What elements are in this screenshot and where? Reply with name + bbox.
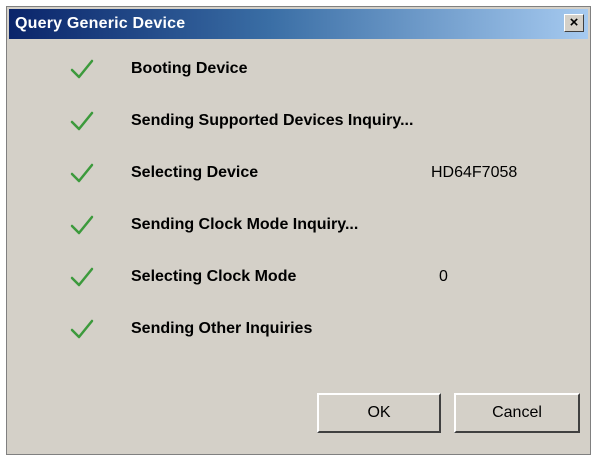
clock-mode-value: 0 (439, 268, 448, 285)
cancel-button[interactable]: Cancel (454, 393, 580, 433)
step-label: Sending Supported Devices Inquiry... (131, 112, 414, 129)
checkmark-icon (70, 59, 94, 79)
step-label: Booting Device (131, 60, 248, 77)
title-bar[interactable]: Query Generic Device × (9, 9, 588, 39)
step-row-other-inquiries: Sending Other Inquiries (7, 313, 590, 347)
step-row-booting-device: Booting Device (7, 53, 590, 87)
close-button[interactable]: × (564, 14, 584, 32)
step-label: Sending Other Inquiries (131, 320, 313, 337)
selected-device-value: HD64F7058 (431, 164, 518, 181)
ok-button[interactable]: OK (317, 393, 441, 433)
checkmark-icon (70, 267, 94, 287)
step-row-selecting-clock-mode: Selecting Clock Mode 0 (7, 261, 590, 295)
step-row-supported-devices-inquiry: Sending Supported Devices Inquiry... (7, 105, 590, 139)
step-row-clock-mode-inquiry: Sending Clock Mode Inquiry... (7, 209, 590, 243)
checkmark-icon (70, 215, 94, 235)
window-title: Query Generic Device (15, 15, 186, 32)
close-icon: × (569, 14, 579, 31)
step-label: Sending Clock Mode Inquiry... (131, 216, 359, 233)
step-label: Selecting Device (131, 164, 259, 181)
checkmark-icon (70, 163, 94, 183)
step-label: Selecting Clock Mode (131, 268, 297, 285)
step-row-selecting-device: Selecting Device HD64F7058 (7, 157, 590, 191)
checkmark-icon (70, 111, 94, 131)
query-generic-device-dialog: Query Generic Device × Booting Device Se… (6, 6, 591, 455)
checkmark-icon (70, 319, 94, 339)
